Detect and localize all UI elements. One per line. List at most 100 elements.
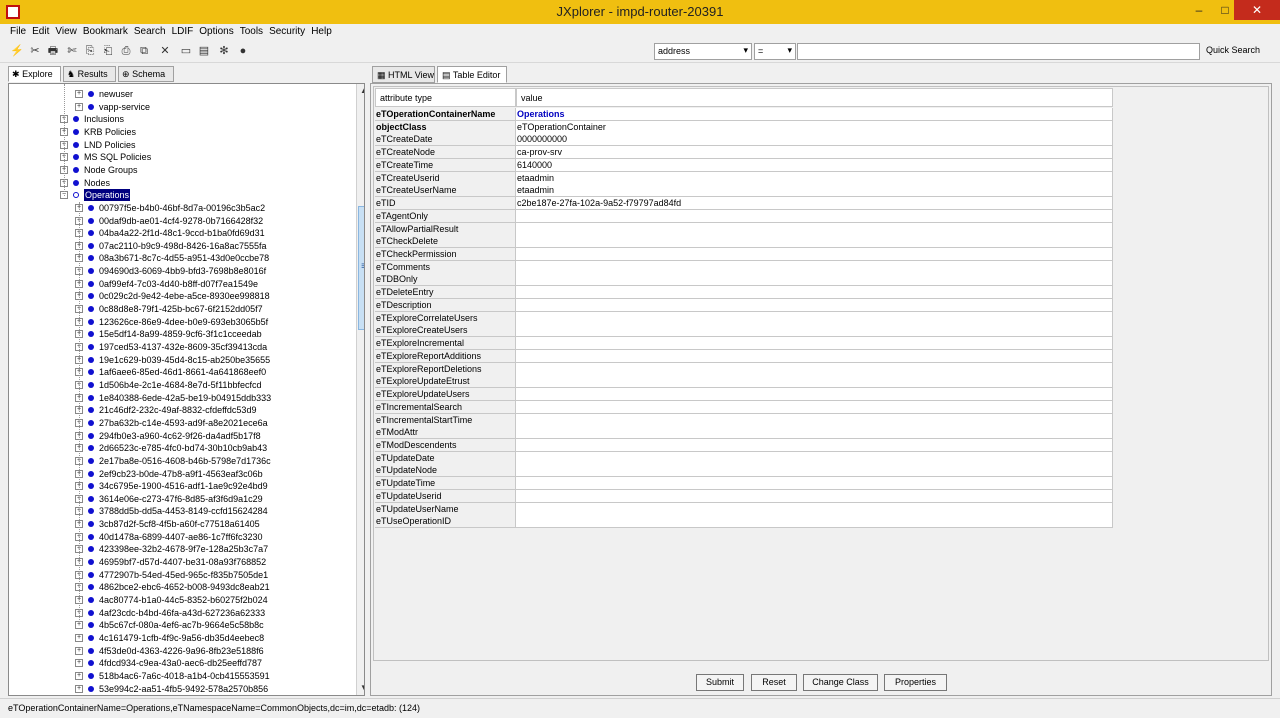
table-row[interactable]: eTCreateTime 6140000 — [374, 158, 1114, 172]
table-row[interactable]: eTExploreReportAdditions — [374, 349, 1114, 363]
attribute-cell[interactable]: eTUpdateTime — [375, 477, 516, 491]
attribute-cell[interactable]: eTDescription — [375, 298, 516, 312]
tab-schema[interactable]: ⊕ Schema — [118, 66, 174, 82]
table-row[interactable]: eTCreateUserName etaadmin — [374, 184, 1114, 198]
attribute-cell[interactable]: eTExploreReportAdditions — [375, 349, 516, 363]
header-value[interactable]: value — [516, 88, 1113, 107]
directory-tree[interactable]: + newuser + vapp-service + Inclusions + KRB Pol… — [8, 83, 365, 696]
value-cell[interactable]: eTOperationContainer — [516, 120, 1113, 134]
value-cell[interactable] — [516, 286, 1113, 300]
value-cell[interactable] — [516, 260, 1113, 274]
submit-button[interactable]: Submit — [696, 674, 744, 691]
tree-item[interactable]: +3788dd5b-dd5a-4453-8149-ccfd15624284 — [9, 505, 349, 517]
tree-item[interactable]: + newuser — [9, 88, 349, 100]
menu-file[interactable]: File — [7, 24, 29, 37]
value-cell[interactable] — [516, 248, 1113, 262]
table-row[interactable]: eTCheckPermission — [374, 248, 1114, 262]
expand-icon[interactable]: + — [75, 684, 83, 693]
attribute-cell[interactable]: eTCheckDelete — [375, 235, 516, 249]
table-row[interactable]: eTCheckDelete — [374, 235, 1114, 249]
value-cell[interactable] — [516, 235, 1113, 249]
tree-item[interactable]: +4772907b-54ed-45ed-965c-f835b7505de1 — [9, 569, 349, 581]
tree-item-ms-sql-policies[interactable]: + MS SQL Policies — [9, 151, 349, 163]
expand-icon[interactable]: + — [75, 671, 83, 680]
expand-icon[interactable]: + — [75, 621, 83, 630]
expand-icon[interactable]: + — [75, 646, 83, 655]
attribute-cell[interactable]: eTDBOnly — [375, 273, 516, 287]
attribute-cell[interactable]: eTExploreIncremental — [375, 337, 516, 351]
tree-item[interactable]: +19e1c629-b039-45d4-8c15-ab250be35655 — [9, 354, 349, 366]
tree-item[interactable]: +40d1478a-6899-4407-ae86-1c7ff6fc3230 — [9, 531, 349, 543]
tree-item[interactable]: +0c88d8e8-79f1-425b-bc67-6f2152dd05f7 — [9, 303, 349, 315]
expand-icon[interactable]: + — [75, 90, 83, 98]
tree-item[interactable]: +4af23cdc-b4bd-46fa-a43d-627236a62333 — [9, 607, 349, 619]
tree-item[interactable]: +15e5df14-8a99-4859-9cf6-3f1c1cceedab — [9, 328, 349, 340]
delete-icon[interactable]: ✕ — [157, 43, 173, 59]
tree-item[interactable]: +4b5c67cf-080a-4ef6-ac7b-9664e5c58b8c — [9, 619, 349, 631]
table-row[interactable]: eTUpdateNode — [374, 464, 1114, 478]
attribute-cell[interactable]: eTCreateDate — [375, 133, 516, 147]
value-cell[interactable] — [516, 349, 1113, 363]
attribute-cell[interactable]: eTCreateUserid — [375, 171, 516, 185]
table-row[interactable]: eTIncrementalStartTime — [374, 413, 1114, 427]
expand-icon[interactable]: + — [75, 102, 83, 111]
attribute-cell[interactable]: eTIncrementalStartTime — [375, 413, 516, 427]
tree-item[interactable]: +423398ee-32b2-4678-9f7e-128a25b3c7a7 — [9, 543, 349, 555]
table-row[interactable]: eTExploreReportDeletions — [374, 362, 1114, 376]
tab-results[interactable]: ♞ Results — [63, 66, 116, 82]
tree-item[interactable]: +518b4ac6-7a6c-4018-a1b4-0cb415553591 — [9, 670, 349, 682]
table-row[interactable]: eTAgentOnly — [374, 209, 1114, 223]
tree-item-nodes[interactable]: + Nodes — [9, 177, 349, 189]
tree-item[interactable]: +3cb87d2f-5cf8-4f5b-a60f-c77518a61405 — [9, 518, 349, 530]
expand-icon[interactable]: + — [75, 633, 83, 642]
attribute-cell[interactable]: eTCreateTime — [375, 158, 516, 172]
attribute-cell[interactable]: eTAgentOnly — [375, 209, 516, 223]
tree-item[interactable]: +0af99ef4-7c03-4d40-b8ff-d07f7ea1549e — [9, 278, 349, 290]
tree-item[interactable]: +53e994c2-aa51-4fb5-9492-578a2570b856 — [9, 683, 349, 695]
table-row[interactable]: eTComments — [374, 260, 1114, 274]
attribute-cell[interactable]: eTUpdateDate — [375, 451, 516, 465]
tree-scrollbar[interactable]: ▲ ≡ ▼ — [356, 84, 364, 695]
change-class-button[interactable]: Change Class — [803, 674, 878, 691]
table-row[interactable]: eTAllowPartialResult — [374, 222, 1114, 236]
table-row[interactable]: eTCreateDate 0000000000 — [374, 133, 1114, 147]
table-row[interactable]: eTUpdateDate — [374, 451, 1114, 465]
value-cell[interactable] — [516, 209, 1113, 223]
attribute-cell[interactable]: eTIncrementalSearch — [375, 400, 516, 414]
attribute-cell[interactable]: eTModDescendents — [375, 438, 516, 452]
menu-help[interactable]: Help — [308, 24, 335, 37]
table-row[interactable]: eTUseOperationID — [374, 515, 1114, 529]
tree-item[interactable]: +46959bf7-d57d-4407-be31-08a93f768852 — [9, 556, 349, 568]
attribute-cell[interactable]: eTOperationContainerName — [375, 108, 516, 121]
table-row[interactable]: eTOperationContainerName Operations — [374, 108, 1114, 121]
value-cell[interactable] — [516, 464, 1113, 478]
menu-search[interactable]: Search — [131, 24, 169, 37]
header-attribute-type[interactable]: attribute type — [375, 88, 516, 107]
tree-item[interactable]: +2ef9cb23-b0de-47b8-a9f1-4563eaf3c06b — [9, 468, 349, 480]
attribute-cell[interactable]: eTUpdateUserName — [375, 502, 516, 516]
tree-item[interactable]: +294fb0e3-a960-4c62-9f26-da4adf5b17f8 — [9, 430, 349, 442]
value-cell[interactable]: ca-prov-srv — [516, 146, 1113, 160]
table-row[interactable]: eTUpdateTime — [374, 477, 1114, 491]
table-row[interactable]: eTUpdateUserid — [374, 489, 1114, 503]
tree-item[interactable]: +00797f5e-b4b0-46bf-8d7a-00196c3b5ac2 — [9, 202, 349, 214]
attribute-cell[interactable]: eTModAttr — [375, 426, 516, 440]
table-row[interactable]: eTModDescendents — [374, 438, 1114, 452]
table-row[interactable]: eTExploreUpdateEtrust — [374, 375, 1114, 389]
close-button[interactable]: ✕ — [1234, 0, 1280, 20]
tree-item[interactable]: +2d66523c-e785-4fc0-bd74-30b10cb9ab43 — [9, 442, 349, 454]
value-cell[interactable]: 6140000 — [516, 158, 1113, 172]
attribute-cell[interactable]: eTExploreCreateUsers — [375, 324, 516, 338]
tree-item[interactable]: +21c46df2-232c-49af-8832-cfdeffdc53d9 — [9, 404, 349, 416]
table-row[interactable]: eTDescription — [374, 298, 1114, 312]
tree-item[interactable]: +4ac80774-b1a0-44c5-8352-b60275f2b024 — [9, 594, 349, 606]
tree-item[interactable]: +4f53de0d-4363-4226-9a96-8fb23e5188f6 — [9, 645, 349, 657]
table-row[interactable]: eTDeleteEntry — [374, 286, 1114, 300]
value-cell[interactable] — [516, 438, 1113, 452]
disconnect-icon[interactable]: ✂ — [27, 43, 43, 59]
tree-item[interactable]: +4fdcd934-c9ea-43a0-aec6-db25eeffd787 — [9, 657, 349, 669]
cut-icon[interactable]: ✄ — [64, 43, 80, 59]
value-cell[interactable] — [516, 515, 1113, 529]
stop-icon[interactable]: ● — [235, 43, 251, 59]
paste-alias-icon[interactable]: ⧉ — [136, 43, 152, 59]
